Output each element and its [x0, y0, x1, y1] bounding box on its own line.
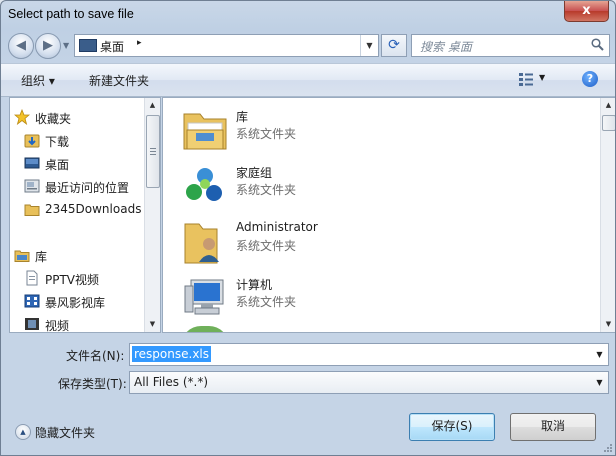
scrollbar-thumb[interactable] [602, 115, 615, 131]
list-item[interactable]: 计算机 系统文件夹 [181, 272, 481, 322]
help-icon[interactable]: ? [582, 71, 598, 87]
folder-icon [24, 204, 40, 216]
sidebar-item-label: 暴风影视库 [45, 296, 106, 310]
filename-dropdown-icon[interactable]: ▼ [591, 344, 608, 365]
file-type: 系统文件夹 [236, 183, 297, 197]
search-placeholder: 搜索 桌面 [420, 40, 472, 54]
scroll-up-icon[interactable]: ▲ [145, 98, 160, 113]
scroll-down-icon[interactable]: ▼ [601, 317, 615, 332]
refresh-button[interactable]: ⟳ [381, 34, 407, 57]
file-name: 计算机 [236, 278, 273, 292]
sidebar-item-label: 下载 [45, 135, 70, 149]
libraries-icon [183, 113, 227, 150]
list-item[interactable]: Administrator 系统文件夹 [181, 216, 481, 266]
search-input[interactable]: 搜索 桌面 [411, 34, 610, 57]
sidebar-item-label: 最近访问的位置 [45, 181, 130, 195]
file-type: 系统文件夹 [236, 239, 297, 253]
download-folder-icon [24, 134, 40, 148]
sidebar-section-label: 收藏夹 [35, 112, 72, 126]
sidebar-section-favorites[interactable]: 收藏夹 [10, 106, 150, 128]
sidebar-item-pptv[interactable]: PPTV视频 [10, 267, 150, 289]
star-icon [14, 109, 30, 125]
scroll-grip [150, 154, 156, 155]
network-icon [181, 326, 229, 332]
toolbar: 组织 ▾ 新建文件夹 ▼ ? [1, 63, 615, 97]
libraries-icon [14, 250, 30, 262]
list-item[interactable]: 库 系统文件夹 [181, 104, 481, 154]
window-title: Select path to save file [8, 7, 134, 21]
file-type: 系统文件夹 [236, 127, 297, 141]
scroll-up-icon[interactable]: ▲ [601, 98, 615, 113]
sidebar-item-baofeng[interactable]: 暴风影视库 [10, 290, 150, 312]
list-item[interactable]: 家庭组 系统文件夹 [181, 160, 481, 210]
file-type: 系统文件夹 [236, 295, 297, 309]
scroll-grip [150, 148, 156, 149]
sidebar-item-label: 2345Downloads [45, 202, 142, 216]
view-options-icon[interactable] [518, 72, 534, 86]
sidebar-item-recent-places[interactable]: 最近访问的位置 [10, 175, 150, 197]
title-bar[interactable]: Select path to save file x [1, 1, 615, 29]
sidebar-section-label: 库 [35, 250, 48, 264]
filetype-dropdown-icon[interactable]: ▼ [591, 372, 608, 393]
filetype-value: All Files (*.*) [134, 375, 209, 389]
document-icon [26, 270, 38, 286]
forward-button[interactable]: ▶ [35, 33, 61, 59]
sidebar-scrollbar[interactable]: ▲ ▼ [144, 98, 160, 332]
filetype-select[interactable]: All Files (*.*) ▼ [129, 371, 609, 394]
resize-grip-icon[interactable] [603, 443, 613, 453]
desktop-icon [24, 157, 40, 169]
save-button[interactable]: 保存(S) [409, 413, 495, 441]
close-button[interactable]: x [564, 1, 609, 22]
address-dropdown-icon[interactable]: ▼ [360, 35, 378, 56]
filename-label: 文件名(N): [66, 349, 125, 363]
sidebar-item-desktop[interactable]: 桌面 [10, 152, 150, 174]
navigation-pane: 收藏夹 下载 桌面 最近访问的位置 2345Downloads 库 PPTV视频… [9, 97, 161, 333]
sidebar-item-videos[interactable]: 视频 [10, 313, 150, 333]
user-folder-icon [184, 223, 219, 264]
recent-locations-dropdown-icon[interactable]: ▼ [63, 41, 69, 50]
desktop-icon [79, 39, 97, 52]
new-folder-button[interactable]: 新建文件夹 [89, 72, 149, 89]
film-icon [25, 318, 39, 330]
hide-folders-label[interactable]: 隐藏文件夹 [35, 424, 95, 441]
filetype-label: 保存类型(T): [58, 377, 127, 391]
scroll-grip [150, 151, 156, 152]
sidebar-item-2345downloads[interactable]: 2345Downloads [10, 198, 150, 220]
back-button[interactable]: ◀ [8, 33, 34, 59]
chevron-up-icon[interactable]: ▲ [15, 424, 31, 440]
file-list-scrollbar[interactable]: ▲ ▼ [600, 98, 615, 332]
sidebar-item-label: PPTV视频 [45, 273, 100, 287]
address-location[interactable]: 桌面 [100, 38, 124, 55]
navigation-bar: ◀ ▶ ▼ 桌面 ▸ ▼ ⟳ 搜索 桌面 [1, 29, 615, 61]
computer-icon [184, 279, 224, 315]
organize-menu[interactable]: 组织 ▾ [21, 72, 55, 89]
address-bar[interactable]: 桌面 ▸ ▼ [74, 34, 379, 57]
scroll-down-icon[interactable]: ▼ [145, 317, 160, 332]
filename-value[interactable]: response.xls [132, 346, 212, 362]
sidebar-section-libraries[interactable]: 库 [10, 244, 150, 266]
search-icon[interactable] [591, 38, 604, 51]
file-list: 库 系统文件夹 家庭组 系统文件夹 Administrator 系统文件夹 计算… [162, 97, 615, 333]
file-name: Administrator [236, 220, 318, 234]
breadcrumb-chevron-icon[interactable]: ▸ [137, 38, 142, 48]
sidebar-item-label: 桌面 [45, 158, 70, 172]
file-name: 家庭组 [236, 166, 273, 180]
video-library-icon [24, 294, 40, 308]
recent-places-icon [24, 179, 40, 193]
filename-input[interactable]: response.xls ▼ [129, 343, 609, 366]
scrollbar-thumb[interactable] [146, 115, 160, 188]
sidebar-item-downloads[interactable]: 下载 [10, 129, 150, 151]
sidebar-item-label: 视频 [45, 319, 70, 333]
view-dropdown-icon[interactable]: ▼ [539, 73, 545, 82]
homegroup-icon [186, 168, 222, 201]
file-name: 库 [236, 110, 249, 124]
save-dialog: Select path to save file x ◀ ▶ ▼ 桌面 ▸ ▼ … [0, 0, 616, 456]
cancel-button[interactable]: 取消 [510, 413, 596, 441]
